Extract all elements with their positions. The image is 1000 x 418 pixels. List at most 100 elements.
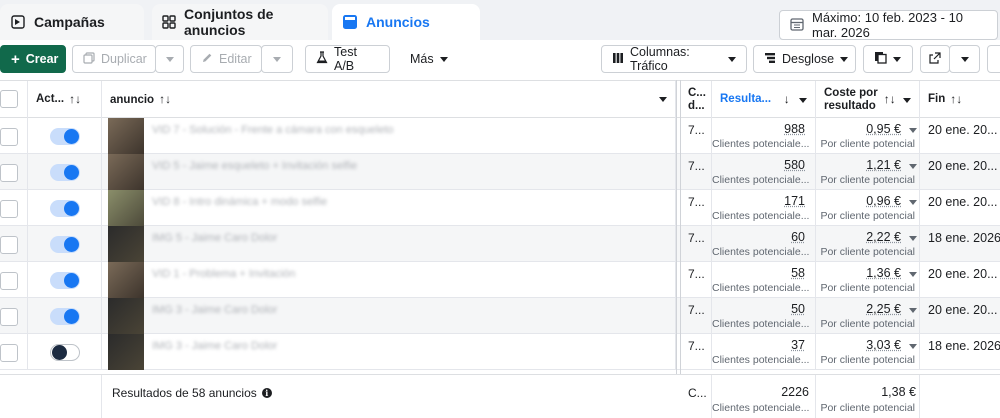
table-row[interactable]: IMG 3 - Jaime Caro Dolor 7... 37 Cliente… bbox=[0, 334, 1000, 370]
export-dropdown[interactable] bbox=[949, 45, 980, 73]
active-toggle[interactable] bbox=[50, 200, 80, 217]
end-cell: 20 ene. 20... bbox=[920, 190, 1000, 226]
end-cell: 18 ene. 2026 bbox=[920, 334, 1000, 370]
table-row[interactable]: VID 5 - Jaime esqueleto + Invitación sel… bbox=[0, 154, 1000, 190]
cost-value[interactable]: 0,96 € bbox=[816, 194, 901, 208]
table-row[interactable]: VID 8 - Intro dinámica + modo selfie 7..… bbox=[0, 190, 1000, 226]
active-toggle[interactable] bbox=[50, 164, 80, 181]
table-row[interactable]: VID 1 - Problema + Invitación 7... 58 Cl… bbox=[0, 262, 1000, 298]
tab-label: Campañas bbox=[34, 14, 105, 30]
ad-name[interactable]: VID 1 - Problema + Invitación bbox=[152, 268, 295, 280]
results-value[interactable]: 60 bbox=[712, 230, 815, 244]
cost-value[interactable]: 3,03 € bbox=[816, 338, 901, 352]
ad-thumbnail[interactable] bbox=[108, 298, 144, 334]
header-active[interactable]: Act... ↑↓ bbox=[28, 81, 102, 118]
ad-thumbnail[interactable] bbox=[108, 118, 144, 154]
end-value: 20 ene. 20... bbox=[928, 195, 998, 209]
table-row[interactable]: IMG 3 - Jaime Caro Dolor 7... 50 Cliente… bbox=[0, 298, 1000, 334]
export-button[interactable] bbox=[920, 45, 950, 73]
active-toggle[interactable] bbox=[50, 236, 80, 253]
active-toggle[interactable] bbox=[50, 128, 80, 145]
sort-icon: ↑↓ bbox=[950, 93, 962, 106]
results-value[interactable]: 988 bbox=[712, 122, 815, 136]
caret-down-icon[interactable] bbox=[909, 200, 917, 205]
cost-value[interactable]: 0,95 € bbox=[816, 122, 901, 136]
row-checkbox[interactable] bbox=[0, 308, 18, 326]
header-cost-per-result[interactable]: Coste por resultado ↑↓ bbox=[816, 81, 920, 118]
ad-name[interactable]: VID 7 - Solución - Frente a cámara con e… bbox=[152, 124, 394, 136]
cost-value[interactable]: 2,22 € bbox=[816, 230, 901, 244]
info-icon[interactable]: i bbox=[262, 388, 272, 398]
row-checkbox[interactable] bbox=[0, 272, 18, 290]
header-results[interactable]: Resulta... ↓ bbox=[712, 81, 816, 118]
active-toggle[interactable] bbox=[50, 272, 80, 289]
end-value: 20 ene. 20... bbox=[928, 303, 998, 317]
caret-down-icon[interactable] bbox=[909, 344, 917, 349]
row-checkbox[interactable] bbox=[0, 128, 18, 146]
reports-button[interactable] bbox=[863, 45, 913, 73]
ad-thumbnail[interactable] bbox=[108, 334, 144, 370]
ad-name[interactable]: VID 5 - Jaime esqueleto + Invitación sel… bbox=[152, 160, 357, 172]
results-value[interactable]: 580 bbox=[712, 158, 815, 172]
caret-down-icon[interactable] bbox=[909, 308, 917, 313]
caret-down-icon[interactable] bbox=[909, 128, 917, 133]
footer-blank bbox=[0, 375, 102, 418]
cost-value[interactable]: 2,25 € bbox=[816, 302, 901, 316]
results-value[interactable]: 37 bbox=[712, 338, 815, 352]
date-range-picker[interactable]: Máximo: 10 feb. 2023 - 10 mar. 2026 bbox=[779, 10, 998, 40]
table-row[interactable]: IMG 5 - Jaime Caro Dolor 7... 60 Cliente… bbox=[0, 226, 1000, 262]
table-footer: Resultados de 58 anuncios i C... 2226 Cl… bbox=[0, 374, 1000, 418]
results-cell: 171 Clientes potenciale... bbox=[712, 190, 816, 226]
results-value[interactable]: 50 bbox=[712, 302, 815, 316]
caret-down-icon[interactable] bbox=[909, 164, 917, 169]
active-toggle[interactable] bbox=[50, 344, 80, 361]
ad-thumbnail[interactable] bbox=[108, 190, 144, 226]
tab-ad-sets[interactable]: Conjuntos de anuncios bbox=[152, 4, 328, 40]
ad-name[interactable]: VID 8 - Intro dinámica + modo selfie bbox=[152, 196, 327, 208]
caret-down-icon[interactable] bbox=[909, 272, 917, 277]
breakdown-button[interactable]: Desglose bbox=[753, 45, 856, 73]
row-checkbox[interactable] bbox=[0, 236, 18, 254]
ad-thumbnail[interactable] bbox=[108, 226, 144, 262]
edit-dropdown[interactable] bbox=[261, 45, 293, 73]
ad-thumbnail[interactable] bbox=[108, 154, 144, 190]
breakdown-icon bbox=[764, 52, 776, 67]
ad-name[interactable]: IMG 3 - Jaime Caro Dolor bbox=[152, 340, 277, 352]
row-checkbox[interactable] bbox=[0, 164, 18, 182]
header-end[interactable]: Fin ↑↓ bbox=[920, 81, 1000, 118]
results-value[interactable]: 171 bbox=[712, 194, 815, 208]
view-options-button[interactable] bbox=[987, 45, 1000, 73]
header-end-label: Fin bbox=[928, 93, 945, 106]
table-row[interactable]: VID 7 - Solución - Frente a cámara con e… bbox=[0, 118, 1000, 154]
results-value[interactable]: 58 bbox=[712, 266, 815, 280]
sort-desc-icon: ↓ bbox=[784, 92, 790, 106]
tab-ads[interactable]: Anuncios bbox=[332, 4, 480, 40]
duplicate-button[interactable]: Duplicar bbox=[72, 45, 156, 73]
caret-down-icon bbox=[166, 57, 174, 62]
duplicate-dropdown[interactable] bbox=[155, 45, 184, 73]
active-toggle[interactable] bbox=[50, 308, 80, 325]
results-sub: Clientes potenciale... bbox=[712, 174, 815, 186]
toggle-knob bbox=[52, 345, 67, 360]
header-ad[interactable]: anuncio ↑↓ bbox=[102, 81, 676, 118]
row-checkbox[interactable] bbox=[0, 200, 18, 218]
cost-value[interactable]: 1,36 € bbox=[816, 266, 901, 280]
select-cell bbox=[0, 298, 28, 334]
header-delivery[interactable]: C... d... bbox=[680, 81, 712, 118]
ab-test-button[interactable]: Test A/B bbox=[305, 45, 390, 73]
row-checkbox[interactable] bbox=[0, 344, 18, 362]
toolbar: + Crear Duplicar Editar Test A/B Más Col… bbox=[0, 40, 1000, 80]
ad-name[interactable]: IMG 3 - Jaime Caro Dolor bbox=[152, 304, 277, 316]
create-button[interactable]: + Crear bbox=[0, 45, 66, 73]
columns-button[interactable]: Columnas: Tráfico bbox=[601, 45, 747, 73]
ad-name[interactable]: IMG 5 - Jaime Caro Dolor bbox=[152, 232, 277, 244]
caret-down-icon[interactable] bbox=[909, 236, 917, 241]
ad-thumbnail[interactable] bbox=[108, 262, 144, 298]
select-all-checkbox[interactable] bbox=[0, 90, 18, 108]
edit-button[interactable]: Editar bbox=[190, 45, 262, 73]
tab-campaigns[interactable]: Campañas bbox=[0, 4, 144, 40]
header-select-cell bbox=[0, 81, 28, 118]
cost-value[interactable]: 1,21 € bbox=[816, 158, 901, 172]
more-button[interactable]: Más bbox=[400, 45, 456, 73]
results-cell: 580 Clientes potenciale... bbox=[712, 154, 816, 190]
